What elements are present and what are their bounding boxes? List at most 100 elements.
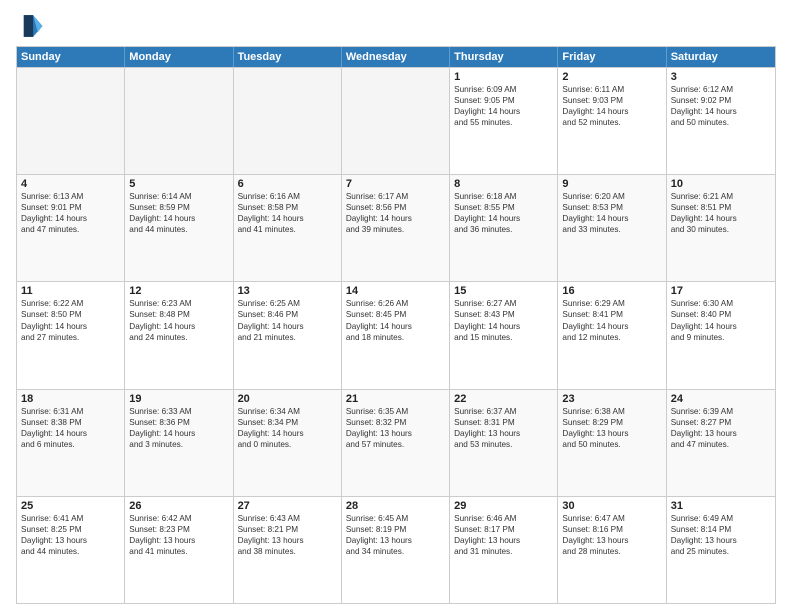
day-info: Sunrise: 6:17 AM Sunset: 8:56 PM Dayligh… [346, 191, 445, 235]
logo-icon [16, 12, 44, 40]
empty-cell [342, 68, 450, 174]
day-number: 29 [454, 500, 553, 512]
day-number: 22 [454, 393, 553, 405]
day-info: Sunrise: 6:42 AM Sunset: 8:23 PM Dayligh… [129, 513, 228, 557]
day-number: 26 [129, 500, 228, 512]
empty-cell [125, 68, 233, 174]
day-number: 30 [562, 500, 661, 512]
day-cell-8: 8Sunrise: 6:18 AM Sunset: 8:55 PM Daylig… [450, 175, 558, 281]
day-cell-29: 29Sunrise: 6:46 AM Sunset: 8:17 PM Dayli… [450, 497, 558, 603]
day-cell-26: 26Sunrise: 6:42 AM Sunset: 8:23 PM Dayli… [125, 497, 233, 603]
day-cell-24: 24Sunrise: 6:39 AM Sunset: 8:27 PM Dayli… [667, 390, 775, 496]
calendar-header: SundayMondayTuesdayWednesdayThursdayFrid… [17, 47, 775, 67]
week-row-1: 4Sunrise: 6:13 AM Sunset: 9:01 PM Daylig… [17, 174, 775, 281]
header-day-sunday: Sunday [17, 47, 125, 67]
day-number: 28 [346, 500, 445, 512]
day-number: 31 [671, 500, 771, 512]
day-cell-9: 9Sunrise: 6:20 AM Sunset: 8:53 PM Daylig… [558, 175, 666, 281]
day-number: 13 [238, 285, 337, 297]
day-cell-20: 20Sunrise: 6:34 AM Sunset: 8:34 PM Dayli… [234, 390, 342, 496]
day-number: 20 [238, 393, 337, 405]
day-cell-27: 27Sunrise: 6:43 AM Sunset: 8:21 PM Dayli… [234, 497, 342, 603]
header-day-saturday: Saturday [667, 47, 775, 67]
day-number: 12 [129, 285, 228, 297]
day-cell-22: 22Sunrise: 6:37 AM Sunset: 8:31 PM Dayli… [450, 390, 558, 496]
day-info: Sunrise: 6:33 AM Sunset: 8:36 PM Dayligh… [129, 406, 228, 450]
header-day-monday: Monday [125, 47, 233, 67]
day-cell-31: 31Sunrise: 6:49 AM Sunset: 8:14 PM Dayli… [667, 497, 775, 603]
day-number: 7 [346, 178, 445, 190]
day-cell-4: 4Sunrise: 6:13 AM Sunset: 9:01 PM Daylig… [17, 175, 125, 281]
day-info: Sunrise: 6:41 AM Sunset: 8:25 PM Dayligh… [21, 513, 120, 557]
day-cell-19: 19Sunrise: 6:33 AM Sunset: 8:36 PM Dayli… [125, 390, 233, 496]
calendar-body: 1Sunrise: 6:09 AM Sunset: 9:05 PM Daylig… [17, 67, 775, 603]
day-number: 6 [238, 178, 337, 190]
day-info: Sunrise: 6:30 AM Sunset: 8:40 PM Dayligh… [671, 298, 771, 342]
day-cell-2: 2Sunrise: 6:11 AM Sunset: 9:03 PM Daylig… [558, 68, 666, 174]
day-info: Sunrise: 6:20 AM Sunset: 8:53 PM Dayligh… [562, 191, 661, 235]
day-cell-18: 18Sunrise: 6:31 AM Sunset: 8:38 PM Dayli… [17, 390, 125, 496]
day-number: 14 [346, 285, 445, 297]
day-cell-10: 10Sunrise: 6:21 AM Sunset: 8:51 PM Dayli… [667, 175, 775, 281]
day-cell-30: 30Sunrise: 6:47 AM Sunset: 8:16 PM Dayli… [558, 497, 666, 603]
day-cell-11: 11Sunrise: 6:22 AM Sunset: 8:50 PM Dayli… [17, 282, 125, 388]
header-day-thursday: Thursday [450, 47, 558, 67]
day-info: Sunrise: 6:27 AM Sunset: 8:43 PM Dayligh… [454, 298, 553, 342]
empty-cell [17, 68, 125, 174]
day-info: Sunrise: 6:43 AM Sunset: 8:21 PM Dayligh… [238, 513, 337, 557]
day-cell-13: 13Sunrise: 6:25 AM Sunset: 8:46 PM Dayli… [234, 282, 342, 388]
header [16, 12, 776, 40]
day-cell-15: 15Sunrise: 6:27 AM Sunset: 8:43 PM Dayli… [450, 282, 558, 388]
day-info: Sunrise: 6:16 AM Sunset: 8:58 PM Dayligh… [238, 191, 337, 235]
day-number: 19 [129, 393, 228, 405]
day-info: Sunrise: 6:47 AM Sunset: 8:16 PM Dayligh… [562, 513, 661, 557]
day-cell-25: 25Sunrise: 6:41 AM Sunset: 8:25 PM Dayli… [17, 497, 125, 603]
week-row-0: 1Sunrise: 6:09 AM Sunset: 9:05 PM Daylig… [17, 67, 775, 174]
day-number: 2 [562, 71, 661, 83]
day-info: Sunrise: 6:14 AM Sunset: 8:59 PM Dayligh… [129, 191, 228, 235]
header-day-tuesday: Tuesday [234, 47, 342, 67]
empty-cell [234, 68, 342, 174]
day-cell-1: 1Sunrise: 6:09 AM Sunset: 9:05 PM Daylig… [450, 68, 558, 174]
day-cell-21: 21Sunrise: 6:35 AM Sunset: 8:32 PM Dayli… [342, 390, 450, 496]
day-info: Sunrise: 6:38 AM Sunset: 8:29 PM Dayligh… [562, 406, 661, 450]
day-info: Sunrise: 6:26 AM Sunset: 8:45 PM Dayligh… [346, 298, 445, 342]
day-info: Sunrise: 6:31 AM Sunset: 8:38 PM Dayligh… [21, 406, 120, 450]
day-number: 21 [346, 393, 445, 405]
day-number: 25 [21, 500, 120, 512]
page: SundayMondayTuesdayWednesdayThursdayFrid… [0, 0, 792, 612]
day-number: 8 [454, 178, 553, 190]
day-info: Sunrise: 6:13 AM Sunset: 9:01 PM Dayligh… [21, 191, 120, 235]
day-info: Sunrise: 6:21 AM Sunset: 8:51 PM Dayligh… [671, 191, 771, 235]
day-cell-23: 23Sunrise: 6:38 AM Sunset: 8:29 PM Dayli… [558, 390, 666, 496]
day-number: 10 [671, 178, 771, 190]
day-info: Sunrise: 6:23 AM Sunset: 8:48 PM Dayligh… [129, 298, 228, 342]
day-number: 18 [21, 393, 120, 405]
day-number: 23 [562, 393, 661, 405]
day-info: Sunrise: 6:39 AM Sunset: 8:27 PM Dayligh… [671, 406, 771, 450]
day-cell-17: 17Sunrise: 6:30 AM Sunset: 8:40 PM Dayli… [667, 282, 775, 388]
day-number: 24 [671, 393, 771, 405]
day-cell-16: 16Sunrise: 6:29 AM Sunset: 8:41 PM Dayli… [558, 282, 666, 388]
day-info: Sunrise: 6:09 AM Sunset: 9:05 PM Dayligh… [454, 84, 553, 128]
day-number: 16 [562, 285, 661, 297]
day-info: Sunrise: 6:34 AM Sunset: 8:34 PM Dayligh… [238, 406, 337, 450]
day-cell-28: 28Sunrise: 6:45 AM Sunset: 8:19 PM Dayli… [342, 497, 450, 603]
day-number: 27 [238, 500, 337, 512]
day-number: 17 [671, 285, 771, 297]
day-info: Sunrise: 6:22 AM Sunset: 8:50 PM Dayligh… [21, 298, 120, 342]
day-cell-5: 5Sunrise: 6:14 AM Sunset: 8:59 PM Daylig… [125, 175, 233, 281]
day-number: 1 [454, 71, 553, 83]
day-info: Sunrise: 6:35 AM Sunset: 8:32 PM Dayligh… [346, 406, 445, 450]
day-info: Sunrise: 6:18 AM Sunset: 8:55 PM Dayligh… [454, 191, 553, 235]
week-row-3: 18Sunrise: 6:31 AM Sunset: 8:38 PM Dayli… [17, 389, 775, 496]
day-cell-14: 14Sunrise: 6:26 AM Sunset: 8:45 PM Dayli… [342, 282, 450, 388]
day-number: 4 [21, 178, 120, 190]
day-number: 11 [21, 285, 120, 297]
day-number: 3 [671, 71, 771, 83]
day-cell-3: 3Sunrise: 6:12 AM Sunset: 9:02 PM Daylig… [667, 68, 775, 174]
day-cell-7: 7Sunrise: 6:17 AM Sunset: 8:56 PM Daylig… [342, 175, 450, 281]
day-info: Sunrise: 6:49 AM Sunset: 8:14 PM Dayligh… [671, 513, 771, 557]
header-day-friday: Friday [558, 47, 666, 67]
logo [16, 12, 48, 40]
